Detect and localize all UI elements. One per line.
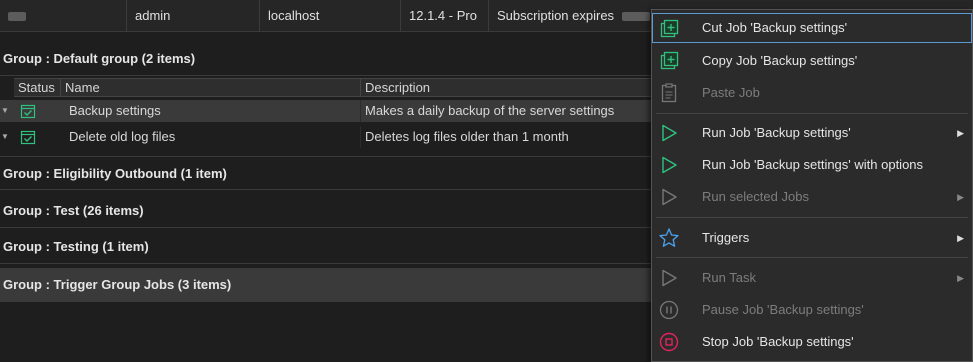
subscription-cell: Subscription expires — [488, 0, 653, 31]
submenu-arrow-icon: ▶ — [957, 128, 964, 138]
group-label: Group : Default group (2 items) — [3, 51, 196, 66]
paste-icon — [661, 83, 677, 103]
job-name: Delete old log files — [61, 126, 361, 148]
server-name-cell — [0, 0, 126, 31]
menu-item-label: Triggers — [702, 230, 750, 245]
job-enabled-icon — [20, 130, 36, 145]
menu-item-label: Paste Job — [702, 85, 760, 100]
star-icon — [659, 228, 679, 247]
play-icon — [662, 124, 677, 142]
menu-item-copy-job[interactable]: Copy Job 'Backup settings' — [652, 45, 972, 77]
menu-item-label: Copy Job 'Backup settings' — [702, 53, 858, 68]
group-label: Group : Testing (1 item) — [3, 239, 149, 254]
group-label: Group : Trigger Group Jobs (3 items) — [3, 277, 232, 292]
row-expand-icon[interactable]: ▼ — [1, 126, 13, 148]
context-menu: Cut Job 'Backup settings' Copy Job 'Back… — [651, 9, 973, 362]
menu-item-run-selected-jobs[interactable]: Run selected Jobs ▶ — [652, 181, 972, 213]
pause-icon — [659, 300, 679, 320]
host-cell: localhost — [259, 0, 400, 31]
menu-item-label: Cut Job 'Backup settings' — [702, 20, 848, 35]
play-icon — [662, 269, 677, 287]
menu-item-label: Run selected Jobs — [702, 189, 809, 204]
submenu-arrow-icon: ▶ — [957, 233, 964, 243]
job-name: Backup settings — [61, 100, 361, 122]
menu-separator — [656, 217, 968, 218]
menu-item-run-task[interactable]: Run Task ▶ — [652, 262, 972, 294]
stop-icon — [659, 332, 679, 352]
column-description[interactable]: Description — [361, 79, 661, 97]
redacted-text — [8, 12, 26, 22]
menu-item-cut-job[interactable]: Cut Job 'Backup settings' — [652, 13, 972, 43]
menu-item-stop-job[interactable]: Stop Job 'Backup settings' — [652, 326, 972, 358]
submenu-arrow-icon: ▶ — [957, 273, 964, 283]
menu-item-triggers[interactable]: Triggers ▶ — [652, 222, 972, 254]
job-description: Deletes log files older than 1 month — [365, 129, 569, 144]
menu-item-paste-job[interactable]: Paste Job — [652, 77, 972, 109]
group-label: Group : Eligibility Outbound (1 item) — [3, 166, 227, 181]
menu-item-label: Stop Job 'Backup settings' — [702, 334, 854, 349]
menu-item-label: Pause Job 'Backup settings' — [702, 302, 864, 317]
menu-item-run-job[interactable]: Run Job 'Backup settings' ▶ — [652, 117, 972, 149]
play-icon — [662, 188, 677, 206]
cut-icon — [660, 19, 679, 38]
menu-item-label: Run Job 'Backup settings' — [702, 125, 851, 140]
menu-separator — [656, 257, 968, 258]
menu-item-label: Run Job 'Backup settings' with options — [702, 157, 924, 172]
column-name[interactable]: Name — [61, 79, 361, 97]
menu-item-pause-job[interactable]: Pause Job 'Backup settings' — [652, 294, 972, 326]
column-status[interactable]: Status — [14, 79, 61, 97]
play-icon — [662, 156, 677, 174]
job-enabled-icon — [20, 104, 36, 119]
redacted-text — [621, 12, 650, 22]
menu-separator — [656, 113, 968, 114]
user-cell: admin — [126, 0, 259, 31]
copy-icon — [660, 51, 679, 70]
job-description: Makes a daily backup of the server setti… — [365, 103, 615, 118]
submenu-arrow-icon: ▶ — [957, 192, 964, 202]
version-cell: 12.1.4 - Pro — [400, 0, 488, 31]
group-label: Group : Test (26 items) — [3, 203, 144, 218]
menu-item-label: Run Task — [702, 270, 756, 285]
row-expand-icon[interactable]: ▼ — [1, 100, 13, 122]
subscription-text: Subscription expires — [497, 8, 615, 23]
menu-item-run-job-with-options[interactable]: Run Job 'Backup settings' with options — [652, 149, 972, 181]
